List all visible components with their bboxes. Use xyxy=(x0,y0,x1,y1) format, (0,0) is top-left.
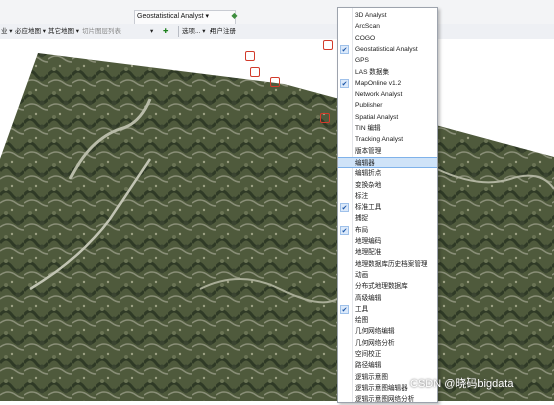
menu-item-label: 捕捉 xyxy=(355,215,369,223)
menu-item[interactable]: GPS xyxy=(338,55,437,66)
menu-item-label: 空间校正 xyxy=(355,351,382,358)
watermark: CSDN @晓码bigdata xyxy=(410,378,514,390)
menu-item[interactable]: 编辑器 xyxy=(338,156,437,168)
menu-item-label: 地理编码 xyxy=(355,238,382,245)
menu-item[interactable]: 地理数据库历史档案管理 xyxy=(338,259,437,270)
menu-item[interactable]: 高级编辑 xyxy=(338,293,437,304)
marker-icon[interactable] xyxy=(250,67,260,77)
menu-item[interactable]: 版本管理 xyxy=(338,146,437,157)
menu-item-label: 变换杂地 xyxy=(355,181,382,189)
bing-maps-menu[interactable]: 必应地图 ▾ xyxy=(15,26,46,37)
menu-item-label: 地理数据库历史档案管理 xyxy=(355,260,428,268)
menu-item-label: 分布式地理数据库 xyxy=(355,283,408,291)
menu-item[interactable]: Publisher xyxy=(338,100,437,111)
menu-item-label: ArcScan xyxy=(355,23,380,31)
menu-item-label: 地理配准 xyxy=(355,249,382,257)
menu-item[interactable]: 地理配准 xyxy=(338,247,437,258)
menu-item[interactable]: 标注 xyxy=(338,191,437,202)
menu-item-label: 标准工具 xyxy=(355,204,382,212)
menu-item-label: 版本管理 xyxy=(355,147,382,155)
menu-item[interactable]: 地理编码 xyxy=(338,236,437,247)
checkmark-icon: ✔ xyxy=(340,44,349,54)
menu-item[interactable]: ArcScan xyxy=(338,21,437,32)
checkmark-icon: ✔ xyxy=(340,304,349,314)
checkmark-icon: ✔ xyxy=(340,225,349,235)
menu-item-label: 工具 xyxy=(355,305,369,313)
toolbars-context-menu: 3D Analyst ArcScan COGO ✔ Geostatistical Ana… xyxy=(337,7,438,403)
menu-item[interactable]: ✔ 标准工具 xyxy=(338,202,437,213)
menu-item[interactable]: 变换杂地 xyxy=(338,180,437,191)
marker-icon[interactable] xyxy=(270,77,280,87)
top-toolbar: Geostatistical Analyst ▾ ◆ xyxy=(0,0,554,25)
menu-item[interactable]: 捕捉 xyxy=(338,213,437,224)
menu-item[interactable]: LAS 数据集 xyxy=(338,67,437,78)
menu-item[interactable]: 空间校正 xyxy=(338,349,437,360)
menu-item-label: 动画 xyxy=(355,271,369,279)
tile-layer-list[interactable]: 切片图层列表 xyxy=(82,26,121,37)
menu-item-label: 几何网络编辑 xyxy=(355,328,395,336)
menu-item-label: 编辑折点 xyxy=(355,170,382,178)
menu-item[interactable]: 几何网络编辑 xyxy=(338,326,437,337)
menu-item[interactable]: ✔ MapOnline v1.2 xyxy=(338,78,437,89)
menu-item-label: 路径编辑 xyxy=(355,362,382,370)
add-data-icon[interactable]: ✚ xyxy=(163,26,168,37)
menu-item-label: GPS xyxy=(355,57,369,65)
menu-item-label: 3D Analyst xyxy=(355,12,387,19)
menu-item[interactable]: ✔ 工具 xyxy=(338,304,437,315)
menu-item-label: MapOnline v1.2 xyxy=(355,79,402,87)
menu-item[interactable]: ✔ 布局 xyxy=(338,225,437,236)
geostatistical-analyst-label: Geostatistical Analyst ▾ xyxy=(137,13,209,20)
menu-item[interactable]: 路径编辑 xyxy=(338,360,437,371)
menu-item-label: COGO xyxy=(355,34,376,42)
menu-item[interactable]: 绘图 xyxy=(338,315,437,326)
other-maps-menu[interactable]: 其它地图 ▾ xyxy=(48,26,79,37)
menu-item[interactable]: 3D Analyst xyxy=(338,10,437,21)
menu-item-label: Tracking Analyst xyxy=(355,136,404,144)
menu-item[interactable]: 编辑折点 xyxy=(338,168,437,179)
map-view[interactable] xyxy=(0,39,554,401)
marker-icon[interactable] xyxy=(320,113,330,123)
toolbar-item-1[interactable]: 业 ▾ xyxy=(1,26,13,37)
checkmark-icon: ✔ xyxy=(340,78,349,88)
menu-item-label: 高级编辑 xyxy=(355,294,382,302)
menu-item[interactable]: Tracking Analyst xyxy=(338,134,437,145)
menu-item-label: Spatial Analyst xyxy=(355,113,399,121)
satellite-imagery xyxy=(0,53,554,401)
menu-item-label: Network Analyst xyxy=(355,91,403,99)
menu-item[interactable]: 分布式地理数据库 xyxy=(338,281,437,292)
menu-item-label: 逻辑示意图网络分析 xyxy=(355,396,415,404)
menu-item[interactable]: 逻辑示意图网络分析 xyxy=(338,394,437,405)
menu-item-label: Geostatistical Analyst xyxy=(355,45,418,53)
menu-item[interactable]: Spatial Analyst xyxy=(338,112,437,123)
menu-item[interactable]: 几何网络分析 xyxy=(338,338,437,349)
menu-item-label: TIN 编辑 xyxy=(355,125,381,132)
marker-icon[interactable] xyxy=(245,51,255,61)
menu-item[interactable]: COGO xyxy=(338,33,437,44)
menu-item-label: 绘图 xyxy=(355,317,369,325)
toolbar-separator xyxy=(178,26,179,37)
menu-item[interactable]: Network Analyst xyxy=(338,89,437,100)
main-toolbar: 业 ▾ 必应地图 ▾ 其它地图 ▾ 切片图层列表 ▾ ✚ 选项... ▾ ▪ 用… xyxy=(0,24,554,60)
checkmark-icon: ✔ xyxy=(340,203,349,213)
menu-item[interactable]: 动画 xyxy=(338,270,437,281)
menu-item-label: LAS 数据集 xyxy=(355,68,390,76)
menu-item-label: 几何网络分析 xyxy=(355,339,395,347)
menu-item-label: 布局 xyxy=(355,226,369,234)
menu-item[interactable]: ✔ Geostatistical Analyst xyxy=(338,44,437,55)
user-register[interactable]: 用户注册 xyxy=(210,26,236,37)
menu-item[interactable]: TIN 编辑 xyxy=(338,123,437,134)
options-menu[interactable]: 选项... ▾ xyxy=(182,26,206,37)
menu-item-label: 逻辑示意图 xyxy=(355,373,388,381)
menu-item-label: Publisher xyxy=(355,102,383,110)
marker-icon[interactable] xyxy=(323,40,333,50)
geostat-wizard-icon[interactable]: ◆ xyxy=(230,11,239,20)
menu-item-label: 标注 xyxy=(355,192,369,200)
dropdown-arrow-icon[interactable]: ▾ xyxy=(150,26,153,37)
menu-item-label: 逻辑示意图编辑器 xyxy=(355,384,408,392)
